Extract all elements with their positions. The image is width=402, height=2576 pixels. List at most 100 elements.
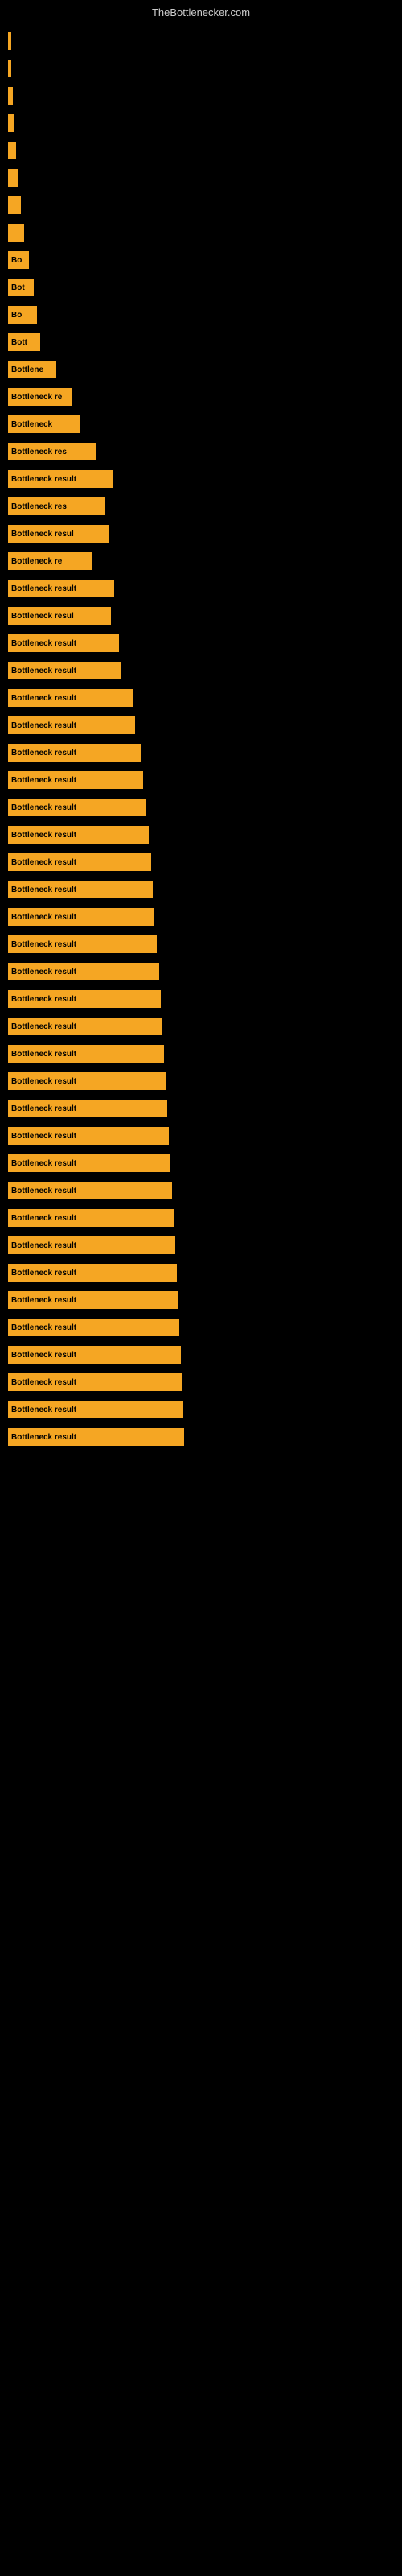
bar-label: Bottleneck result xyxy=(11,858,76,867)
bar-row: Bottleneck result xyxy=(8,1125,386,1147)
bar-row xyxy=(8,30,386,52)
bar: Bottleneck result xyxy=(8,1236,175,1254)
bar-row: Bottleneck result xyxy=(8,577,386,600)
bar-row: Bottleneck result xyxy=(8,1344,386,1366)
bar-label: Bottleneck result xyxy=(11,1351,76,1360)
bar: Bottleneck result xyxy=(8,853,151,871)
bar: Bottlene xyxy=(8,361,56,378)
bar-row: Bottleneck result xyxy=(8,1371,386,1393)
bar-row: Bottleneck result xyxy=(8,1207,386,1229)
bar-row: Bottleneck result xyxy=(8,988,386,1010)
bar-label: Bottleneck result xyxy=(11,639,76,648)
bar-row: Bottleneck result xyxy=(8,714,386,737)
bar-row: Bottleneck result xyxy=(8,1426,386,1448)
bar-row: Bottleneck result xyxy=(8,632,386,654)
bar xyxy=(8,224,24,242)
bar: Bottleneck result xyxy=(8,470,113,488)
bar: Bottleneck result xyxy=(8,1127,169,1145)
bar: Bottleneck result xyxy=(8,1100,167,1117)
bar-label: Bottleneck result xyxy=(11,968,76,976)
bars-container: Bo Bot Bo Bott Bottlene Bottleneck re Bottlene… xyxy=(0,22,402,1461)
bar-row: Bottleneck res xyxy=(8,440,386,463)
bar-row: Bottleneck result xyxy=(8,769,386,791)
bar xyxy=(8,196,21,214)
bar-label: Bottleneck result xyxy=(11,475,76,484)
bar-label: Bottleneck re xyxy=(11,393,62,402)
bar-row xyxy=(8,139,386,162)
bar: Bottleneck result xyxy=(8,1018,162,1035)
bar-row: Bottleneck result xyxy=(8,1015,386,1038)
bar: Bottleneck result xyxy=(8,662,121,679)
bar-row: Bottleneck re xyxy=(8,550,386,572)
bar-row: Bottleneck result xyxy=(8,1152,386,1174)
bar: Bottleneck result xyxy=(8,1346,181,1364)
bar: Bottleneck result xyxy=(8,963,159,980)
bar-label: Bottleneck result xyxy=(11,776,76,785)
bar-row: Bottleneck result xyxy=(8,687,386,709)
bar: Bottleneck result xyxy=(8,990,161,1008)
bar: Bott xyxy=(8,333,40,351)
bar-row: Bo xyxy=(8,303,386,326)
bar-label: Bot xyxy=(11,283,25,292)
bar-row: Bottleneck result xyxy=(8,1316,386,1339)
bar: Bottleneck re xyxy=(8,388,72,406)
bar-row: Bottleneck result xyxy=(8,741,386,764)
bar: Bottleneck result xyxy=(8,1319,179,1336)
bar-label: Bottleneck result xyxy=(11,1323,76,1332)
bar-row: Bottleneck re xyxy=(8,386,386,408)
bar-label: Bottleneck result xyxy=(11,1050,76,1059)
bar-row: Bo xyxy=(8,249,386,271)
bar-row: Bottleneck result xyxy=(8,659,386,682)
bar-label: Bottleneck result xyxy=(11,995,76,1004)
bar-row: Bottleneck result xyxy=(8,851,386,873)
bar: Bottleneck result xyxy=(8,771,143,789)
bar: Bottleneck result xyxy=(8,634,119,652)
bar: Bottleneck result xyxy=(8,1401,183,1418)
bar-label: Bottleneck result xyxy=(11,1241,76,1250)
bar xyxy=(8,142,16,159)
bar: Bo xyxy=(8,306,37,324)
bar-label: Bottleneck resul xyxy=(11,530,74,539)
bar: Bottleneck result xyxy=(8,1072,166,1090)
bar xyxy=(8,60,11,77)
bar-label: Bottleneck result xyxy=(11,1214,76,1223)
bar-row: Bottleneck result xyxy=(8,960,386,983)
bar-label: Bo xyxy=(11,256,22,265)
bar-label: Bott xyxy=(11,338,27,347)
bar-label: Bottleneck re xyxy=(11,557,62,566)
bar-label: Bottleneck res xyxy=(11,502,67,511)
bar: Bottleneck result xyxy=(8,1264,177,1282)
bar-label: Bottleneck result xyxy=(11,1077,76,1086)
bar: Bottleneck result xyxy=(8,716,135,734)
bar: Bottleneck res xyxy=(8,497,105,515)
bar xyxy=(8,169,18,187)
bar-row: Bottleneck result xyxy=(8,1261,386,1284)
bar-row xyxy=(8,85,386,107)
bar-label: Bottleneck result xyxy=(11,1132,76,1141)
bar-row xyxy=(8,167,386,189)
bar-row: Bott xyxy=(8,331,386,353)
bar: Bottleneck result xyxy=(8,580,114,597)
bar-row: Bottleneck result xyxy=(8,1070,386,1092)
bar-label: Bottleneck result xyxy=(11,1433,76,1442)
bar-label: Bottleneck resul xyxy=(11,612,74,621)
bar-label: Bottleneck result xyxy=(11,940,76,949)
bar-label: Bottleneck result xyxy=(11,694,76,703)
bar-row: Bottleneck result xyxy=(8,796,386,819)
bar-row: Bottleneck result xyxy=(8,906,386,928)
bar-label: Bottleneck result xyxy=(11,913,76,922)
bar xyxy=(8,114,14,132)
bar-row: Bottleneck result xyxy=(8,1289,386,1311)
bar: Bottleneck result xyxy=(8,1045,164,1063)
bar-label: Bottleneck result xyxy=(11,803,76,812)
bar-row xyxy=(8,221,386,244)
bar: Bottleneck result xyxy=(8,1182,172,1199)
bar-label: Bottleneck result xyxy=(11,667,76,675)
bar xyxy=(8,32,11,50)
bar-row: Bottleneck result xyxy=(8,824,386,846)
bar: Bottleneck result xyxy=(8,1373,182,1391)
bar-row: Bottleneck result xyxy=(8,1042,386,1065)
bar: Bottleneck result xyxy=(8,799,146,816)
bar-row: Bottleneck result xyxy=(8,1398,386,1421)
bar-label: Bottleneck result xyxy=(11,1022,76,1031)
